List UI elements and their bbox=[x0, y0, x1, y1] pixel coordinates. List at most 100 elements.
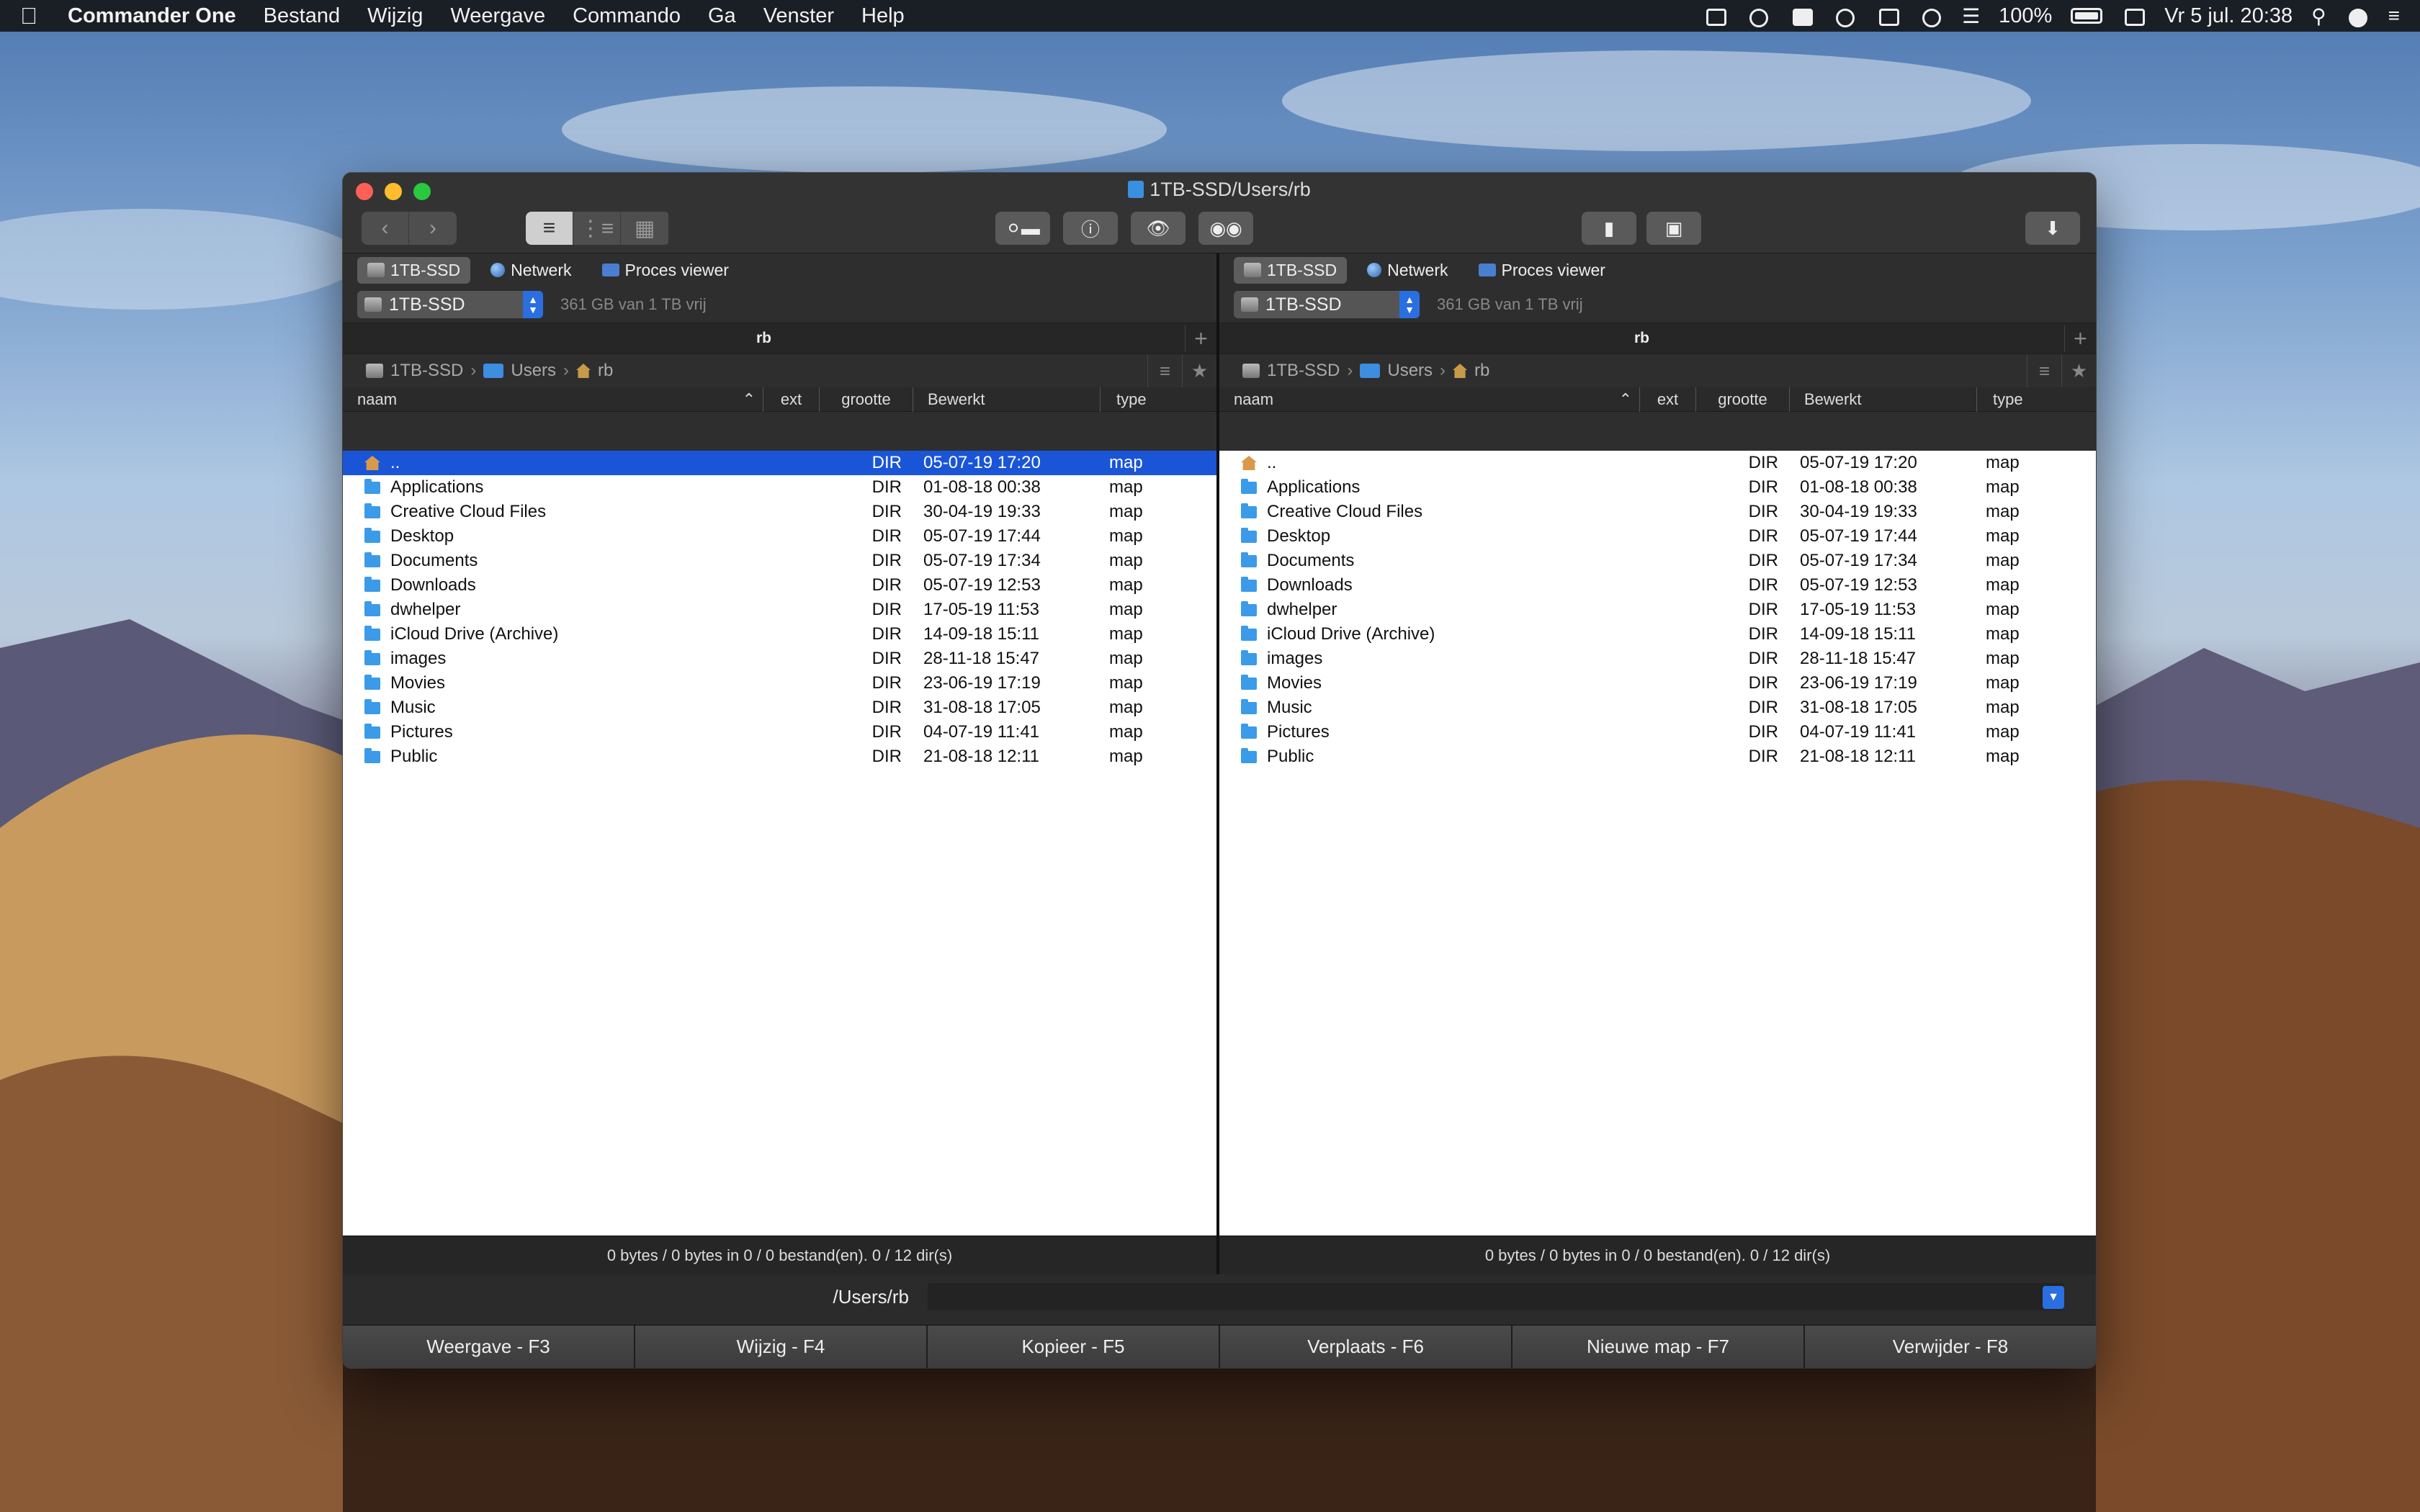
wifi-icon[interactable]: ☰ bbox=[1962, 4, 1980, 28]
table-row[interactable]: images DIR 28-11-18 15:47 map bbox=[1219, 647, 2096, 671]
time-machine-icon[interactable] bbox=[1919, 6, 1943, 27]
accessibility-icon[interactable] bbox=[1832, 6, 1857, 27]
menu-help[interactable]: Help bbox=[861, 4, 905, 28]
download-button[interactable]: ⬇ bbox=[2025, 212, 2080, 245]
folder-tab[interactable]: rb bbox=[343, 330, 1185, 347]
search-binoculars-button[interactable]: ◉◉ bbox=[1198, 212, 1253, 245]
weergave-f3-button[interactable]: Weergave - F3 bbox=[343, 1326, 635, 1368]
menu-ga[interactable]: Ga bbox=[708, 4, 736, 28]
info-button[interactable]: ⓘ bbox=[1063, 212, 1118, 245]
tab-netwerk[interactable]: Netwerk bbox=[480, 257, 581, 284]
table-row[interactable]: Desktop DIR 05-07-19 17:44 map bbox=[343, 524, 1216, 549]
add-tab-button[interactable]: + bbox=[2064, 325, 2096, 352]
kopieer-f5-button[interactable]: Kopieer - F5 bbox=[928, 1326, 1220, 1368]
column-type[interactable]: type bbox=[1101, 387, 1147, 412]
d-app-icon[interactable] bbox=[1789, 6, 1814, 26]
table-row[interactable]: Music DIR 31-08-18 17:05 map bbox=[1219, 696, 2096, 720]
breadcrumb-item[interactable]: Users bbox=[511, 361, 556, 381]
battery-icon[interactable] bbox=[2071, 8, 2103, 24]
toggle-hidden-files-button[interactable]: ⚪▬ bbox=[995, 212, 1050, 245]
table-row[interactable]: images DIR 28-11-18 15:47 map bbox=[343, 647, 1216, 671]
spotlight-search-icon[interactable]: ⚲ bbox=[2311, 4, 2326, 28]
keyboard-input-icon[interactable] bbox=[2121, 6, 2146, 26]
table-row[interactable]: dwhelper DIR 17-05-19 11:53 map bbox=[343, 598, 1216, 622]
notification-center-icon[interactable]: ≡ bbox=[2388, 4, 2400, 27]
icon-view-button[interactable]: ▦ bbox=[621, 212, 668, 245]
drive-selector[interactable]: 1TB-SSD ▲ ▼ bbox=[1234, 291, 1420, 318]
chevron-down-icon[interactable]: ▼ bbox=[2043, 1286, 2064, 1309]
breadcrumb-item[interactable]: rb bbox=[598, 361, 613, 381]
breadcrumb-item[interactable]: Users bbox=[1387, 361, 1433, 381]
favorites-star-icon[interactable]: ★ bbox=[2061, 354, 2096, 387]
drive-stepper-icon[interactable]: ▲ ▼ bbox=[523, 291, 543, 318]
tab-netwerk[interactable]: Netwerk bbox=[1357, 257, 1458, 284]
table-row[interactable]: Applications DIR 01-08-18 00:38 map bbox=[1219, 475, 2096, 500]
table-row[interactable]: Downloads DIR 05-07-19 12:53 map bbox=[1219, 573, 2096, 598]
table-row[interactable]: iCloud Drive (Archive) DIR 14-09-18 15:11 m… bbox=[343, 622, 1216, 647]
table-row[interactable]: Documents DIR 05-07-19 17:34 map bbox=[343, 549, 1216, 573]
command-input[interactable]: ▼ bbox=[928, 1283, 2064, 1310]
favorites-star-icon[interactable]: ★ bbox=[1182, 354, 1216, 387]
history-list-icon[interactable]: ≡ bbox=[2027, 354, 2061, 387]
table-row[interactable]: iCloud Drive (Archive) DIR 14-09-18 15:11 m… bbox=[1219, 622, 2096, 647]
nas-icon[interactable] bbox=[1703, 6, 1727, 26]
parent-directory-row[interactable]: .. DIR 05-07-19 17:20 map bbox=[343, 451, 1216, 475]
nieuwe-map-f7-button[interactable]: Nieuwe map - F7 bbox=[1512, 1326, 1805, 1368]
battery-percentage[interactable]: 100% bbox=[1999, 4, 2052, 28]
table-row[interactable]: Desktop DIR 05-07-19 17:44 map bbox=[1219, 524, 2096, 549]
table-row[interactable]: dwhelper DIR 17-05-19 11:53 map bbox=[1219, 598, 2096, 622]
parent-directory-row[interactable]: .. DIR 05-07-19 17:20 map bbox=[1219, 451, 2096, 475]
detail-view-button[interactable]: ⋮≡ bbox=[573, 212, 621, 245]
column-bewerkt[interactable]: Bewerkt bbox=[1790, 387, 1977, 412]
table-row[interactable]: Pictures DIR 04-07-19 11:41 map bbox=[1219, 720, 2096, 744]
table-row[interactable]: Pictures DIR 04-07-19 11:41 map bbox=[343, 720, 1216, 744]
table-row[interactable]: Public DIR 21-08-18 12:11 map bbox=[1219, 744, 2096, 769]
column-type[interactable]: type bbox=[1977, 387, 2023, 412]
menu-bestand[interactable]: Bestand bbox=[264, 4, 340, 28]
column-naam[interactable]: naam ⌃ bbox=[343, 387, 763, 412]
menu-app-name[interactable]: Commander One bbox=[68, 4, 236, 28]
table-row[interactable]: Movies DIR 23-06-19 17:19 map bbox=[343, 671, 1216, 696]
breadcrumb-item[interactable]: rb bbox=[1474, 361, 1489, 381]
list-view-button[interactable]: ≡ bbox=[526, 212, 573, 245]
back-button[interactable]: ‹ bbox=[362, 212, 409, 245]
table-row[interactable]: Applications DIR 01-08-18 00:38 map bbox=[343, 475, 1216, 500]
menu-wijzig[interactable]: Wijzig bbox=[367, 4, 423, 28]
history-list-icon[interactable]: ≡ bbox=[1147, 354, 1182, 387]
table-row[interactable]: Creative Cloud Files DIR 30-04-19 19:33 map bbox=[343, 500, 1216, 524]
tab-proces-viewer[interactable]: Proces viewer bbox=[592, 257, 739, 284]
menu-weergave[interactable]: Weergave bbox=[450, 4, 545, 28]
table-row[interactable]: Documents DIR 05-07-19 17:34 map bbox=[1219, 549, 2096, 573]
folder-tab[interactable]: rb bbox=[1219, 330, 2064, 347]
table-row[interactable]: Creative Cloud Files DIR 30-04-19 19:33 map bbox=[1219, 500, 2096, 524]
drive-selector[interactable]: 1TB-SSD ▲ ▼ bbox=[357, 291, 543, 318]
tab-1tb-ssd[interactable]: 1TB-SSD bbox=[357, 256, 471, 284]
drive-stepper-icon[interactable]: ▲ ▼ bbox=[1399, 291, 1420, 318]
column-ext[interactable]: ext bbox=[1640, 387, 1696, 412]
wijzig-f4-button[interactable]: Wijzig - F4 bbox=[635, 1326, 928, 1368]
verplaats-f6-button[interactable]: Verplaats - F6 bbox=[1220, 1326, 1512, 1368]
column-grootte[interactable]: grootte bbox=[820, 387, 913, 412]
column-bewerkt[interactable]: Bewerkt bbox=[913, 387, 1101, 412]
connect-server-button[interactable]: ▣ bbox=[1646, 212, 1701, 245]
forward-button[interactable]: › bbox=[409, 212, 457, 245]
breadcrumb-item[interactable]: 1TB-SSD bbox=[390, 361, 463, 381]
apple-menu-icon[interactable]:  bbox=[20, 3, 39, 30]
verwijder-f8-button[interactable]: Verwijder - F8 bbox=[1805, 1326, 2096, 1368]
file-list[interactable]: .. DIR 05-07-19 17:20 map Applications DIR 01-… bbox=[343, 451, 1216, 1236]
archive-button[interactable]: ▮ bbox=[1582, 212, 1636, 245]
column-ext[interactable]: ext bbox=[763, 387, 820, 412]
menu-venster[interactable]: Venster bbox=[763, 4, 834, 28]
tab-1tb-ssd[interactable]: 1TB-SSD bbox=[1234, 256, 1348, 284]
table-row[interactable]: Music DIR 31-08-18 17:05 map bbox=[343, 696, 1216, 720]
siri-icon[interactable] bbox=[2345, 6, 2370, 27]
tab-proces-viewer[interactable]: Proces viewer bbox=[1469, 257, 1615, 284]
table-row[interactable]: Downloads DIR 05-07-19 12:53 map bbox=[343, 573, 1216, 598]
menu-commando[interactable]: Commando bbox=[573, 4, 681, 28]
add-tab-button[interactable]: + bbox=[1185, 325, 1216, 352]
quick-look-eye-button[interactable]: 👁 bbox=[1131, 212, 1186, 245]
creative-cloud-icon[interactable] bbox=[1746, 6, 1770, 27]
menubar-clock[interactable]: Vr 5 jul. 20:38 bbox=[2164, 4, 2293, 28]
column-naam[interactable]: naam ⌃ bbox=[1219, 387, 1640, 412]
column-grootte[interactable]: grootte bbox=[1696, 387, 1790, 412]
